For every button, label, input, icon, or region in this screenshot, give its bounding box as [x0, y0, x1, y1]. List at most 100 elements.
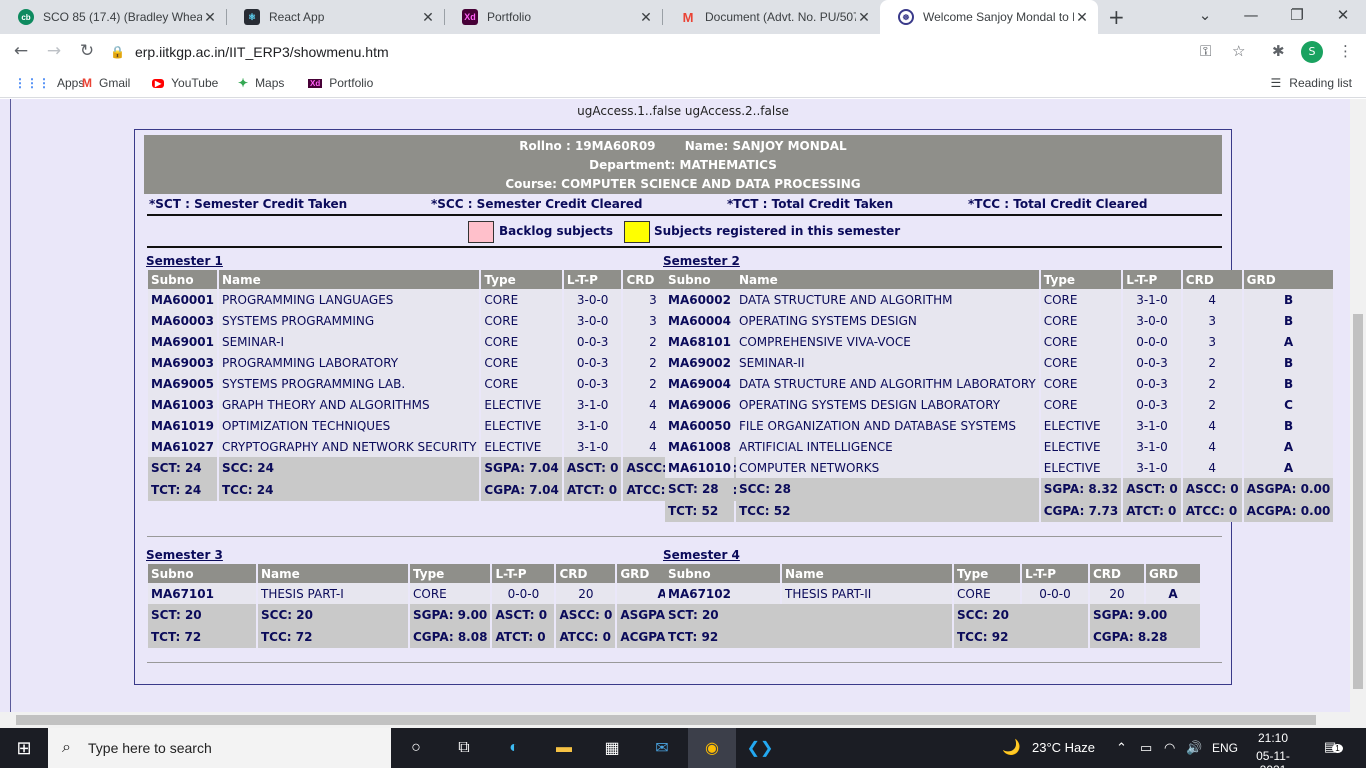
- forward-button[interactable]: →: [43, 41, 65, 61]
- horizontal-scrollbar[interactable]: [0, 712, 1350, 728]
- bookmark-gmail[interactable]: M Gmail: [82, 76, 130, 90]
- table-row: MA60050 FILE ORGANIZATION AND DATABASE SY…: [665, 415, 1334, 436]
- extensions-icon[interactable]: ✱: [1272, 42, 1285, 60]
- store-icon[interactable]: ▦: [600, 736, 624, 760]
- bookmark-label: Gmail: [99, 76, 131, 90]
- table-row: MA61008 ARTIFICIAL INTELLIGENCE ELECTIVE 3-…: [665, 436, 1334, 457]
- avatar[interactable]: S: [1301, 41, 1323, 63]
- battery-icon[interactable]: ▭: [1140, 740, 1152, 756]
- cell-grd: A: [1243, 436, 1334, 457]
- reload-button[interactable]: ↻: [76, 41, 98, 61]
- cell-ltp: 3-1-0: [563, 436, 622, 457]
- cell-crd: 3: [1182, 310, 1242, 331]
- semester-title: Semester 4: [663, 548, 740, 562]
- cell-ltp: 0-0-3: [563, 331, 622, 352]
- window-close-button[interactable]: ✕: [1328, 6, 1358, 24]
- stat-cell: SGPA: 9.00: [1090, 604, 1200, 626]
- page-viewport: ugAccess.1..false ugAccess.2..false Roll…: [0, 99, 1350, 712]
- cell-ltp: 0-0-3: [1123, 373, 1181, 394]
- task-view-icon[interactable]: ⧉: [452, 736, 476, 760]
- reading-list-button[interactable]: ☰ Reading list: [1271, 76, 1352, 90]
- cell-subno: MA61019: [148, 415, 217, 436]
- stat-cell: TCC: 72: [258, 626, 408, 648]
- notification-icon[interactable]: ▤1: [1324, 739, 1343, 755]
- vscode-icon[interactable]: ❮❯: [747, 736, 774, 760]
- weather-icon: 🌙: [1002, 739, 1021, 756]
- browser-tab[interactable]: Xd Portfolio ✕: [444, 0, 662, 34]
- weather-text[interactable]: 23°C Haze: [1032, 740, 1095, 755]
- browser-tab[interactable]: cb SCO 85 (17.4) (Bradley Wheat ✕: [0, 0, 226, 34]
- cell-subno: MA68101: [665, 331, 734, 352]
- address-bar[interactable]: 🔒 erp.iitkgp.ac.in/IIT_ERP3/showmenu.htm: [110, 38, 1260, 66]
- vertical-scrollbar[interactable]: [1350, 99, 1366, 728]
- bookmark-apps[interactable]: ⋮⋮⋮ Apps: [14, 76, 84, 90]
- stat-cell: TCC: 92: [954, 626, 1088, 648]
- stat-cell: SCT: 20: [148, 604, 256, 626]
- apps-grid-icon: ⋮⋮⋮: [14, 76, 50, 90]
- close-icon[interactable]: ✕: [202, 9, 218, 26]
- cell-type: CORE: [410, 583, 491, 604]
- browser-tab[interactable]: ⚛ React App ✕: [226, 0, 444, 34]
- bookmark-maps[interactable]: ✦ Maps: [238, 76, 284, 90]
- restore-button[interactable]: ❐: [1282, 6, 1312, 24]
- table-header-row: SubnoNameTypeL-T-PCRDGRD: [665, 564, 1200, 583]
- tab-search-icon[interactable]: ⌄: [1190, 6, 1220, 24]
- cell-grd: B: [1243, 415, 1334, 436]
- wifi-icon[interactable]: ◠: [1164, 740, 1175, 756]
- cell-name: OPERATING SYSTEMS DESIGN LABORATORY: [735, 394, 1039, 415]
- course: Course: COMPUTER SCIENCE AND DATA PROCES…: [505, 177, 861, 191]
- bookmark-youtube[interactable]: ▶ YouTube: [152, 76, 218, 90]
- search-icon: ⌕: [62, 739, 71, 756]
- cell-name: COMPREHENSIVE VIVA-VOCE: [735, 331, 1039, 352]
- cell-type: ELECTIVE: [1040, 436, 1122, 457]
- close-icon[interactable]: ✕: [1074, 9, 1090, 26]
- menu-icon[interactable]: ⋮: [1338, 42, 1353, 60]
- table-row: MA60004 OPERATING SYSTEMS DESIGN CORE 3-0-0…: [665, 310, 1334, 331]
- volume-icon[interactable]: 🔊: [1186, 740, 1202, 756]
- browser-tab-active[interactable]: ☸ Welcome Sanjoy Mondal to E ✕: [880, 0, 1098, 34]
- mail-icon[interactable]: ✉: [650, 736, 674, 760]
- stat-cell: ATCC: 0: [556, 626, 616, 648]
- cell-ltp: 3-0-0: [563, 289, 622, 310]
- cell-type: ELECTIVE: [1040, 415, 1122, 436]
- taskbar-search[interactable]: ⌕ Type here to search: [48, 728, 391, 768]
- close-icon[interactable]: ✕: [856, 9, 872, 26]
- stat-cell: SGPA: 8.32: [1040, 478, 1122, 500]
- column-header-crd: CRD: [1090, 564, 1144, 583]
- stat-cell: SCT: 20: [665, 604, 952, 626]
- cell-ltp: 3-1-0: [1123, 457, 1181, 478]
- url-text: erp.iitkgp.ac.in/IIT_ERP3/showmenu.htm: [134, 44, 389, 60]
- gmail-icon: M: [82, 76, 92, 90]
- new-tab-button[interactable]: +: [1108, 5, 1125, 29]
- divider: [147, 214, 1222, 216]
- language[interactable]: ENG: [1212, 741, 1238, 755]
- minimize-button[interactable]: —: [1236, 6, 1266, 24]
- browser-tab[interactable]: M Document (Advt. No. PU/507 ✕: [662, 0, 880, 34]
- cell-ltp: 0-0-0: [492, 583, 555, 604]
- stats-row: TCT: 92 TCC: 92 CGPA: 8.28: [665, 626, 1200, 648]
- close-icon[interactable]: ✕: [638, 9, 654, 26]
- cell-subno: MA69006: [665, 394, 734, 415]
- bookmark-portfolio[interactable]: Xd Portfolio: [308, 76, 373, 90]
- cell-crd: 4: [1182, 436, 1242, 457]
- windows-start-icon[interactable]: ⊞: [12, 736, 36, 760]
- clock-time[interactable]: 21:10: [1248, 731, 1298, 745]
- cortana-icon[interactable]: ○: [404, 736, 428, 760]
- column-header-crd: CRD: [556, 564, 616, 583]
- column-header-name: Name: [735, 270, 1039, 289]
- file-explorer-icon[interactable]: ▬: [552, 736, 576, 760]
- bookmark-star-icon[interactable]: ☆: [1232, 42, 1245, 60]
- tray-chevron-icon[interactable]: ⌃: [1116, 740, 1127, 756]
- edge-icon[interactable]: ◐: [502, 736, 526, 760]
- key-icon[interactable]: ⚿: [1200, 42, 1211, 60]
- scroll-thumb[interactable]: [1353, 314, 1363, 689]
- chrome-icon[interactable]: ◉: [688, 728, 736, 768]
- close-icon[interactable]: ✕: [420, 9, 436, 26]
- clock-date[interactable]: 05-11-2021: [1244, 749, 1302, 777]
- column-header-subno: Subno: [148, 564, 256, 583]
- cell-name: DATA STRUCTURE AND ALGORITHM LABORATORY: [735, 373, 1039, 394]
- stat-cell: ASGPA: 0.00: [1243, 478, 1334, 500]
- adobe-xd-icon: Xd: [308, 78, 323, 88]
- back-button[interactable]: ←: [10, 41, 32, 61]
- scroll-thumb[interactable]: [16, 715, 1316, 725]
